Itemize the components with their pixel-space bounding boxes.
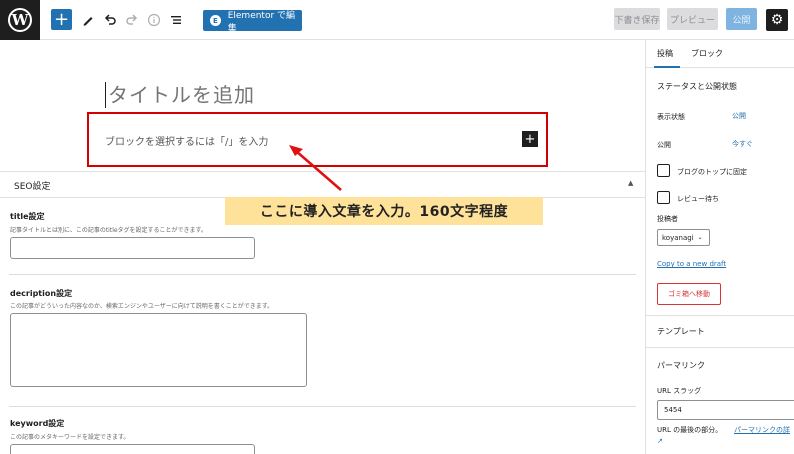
highlighted-paragraph-block[interactable]: ブロックを選択するには「/」を入力 +	[87, 112, 548, 167]
plus-icon: +	[53, 8, 70, 30]
undo-button[interactable]	[100, 10, 120, 30]
wordpress-icon: W	[8, 8, 32, 32]
chevron-up-icon[interactable]: ▲	[628, 179, 633, 187]
chevron-down-icon: ⌄	[697, 234, 703, 241]
divider	[9, 274, 636, 275]
template-panel-title[interactable]: テンプレート	[657, 326, 705, 337]
wordpress-logo-button[interactable]: W	[0, 0, 40, 40]
author-select-value: koyanagi	[662, 233, 694, 242]
save-draft-button[interactable]: 下書き保存	[614, 8, 660, 30]
keyword-setting-description: この記事のメタキーワードを設定できます。	[10, 434, 130, 441]
add-block-button[interactable]: +	[51, 9, 72, 30]
url-slug-input[interactable]: 5454	[657, 400, 794, 420]
sticky-checkbox[interactable]	[657, 164, 670, 177]
pending-review-label: レビュー待ち	[677, 195, 719, 203]
editor-toolbar: W + E Elementor で編集 下書き保存 プレビュー 公開 ⚙	[0, 0, 794, 40]
divider	[646, 347, 794, 348]
external-link-icon[interactable]: ↗	[657, 437, 663, 445]
permalink-panel-title[interactable]: パーマリンク	[657, 360, 705, 371]
visibility-value-link[interactable]: 公開	[732, 111, 746, 121]
author-select[interactable]: koyanagi ⌄	[657, 229, 710, 246]
block-placeholder-text: ブロックを選択するには「/」を入力	[105, 137, 269, 148]
status-visibility-title[interactable]: ステータスと公開状態	[657, 81, 737, 92]
title-setting-input[interactable]	[10, 237, 255, 259]
elementor-button-label: Elementor で編集	[227, 10, 296, 34]
redo-button[interactable]	[122, 10, 142, 30]
elementor-edit-button[interactable]: E Elementor で編集	[203, 10, 302, 34]
visibility-label: 表示状態	[657, 113, 685, 121]
preview-button[interactable]: プレビュー	[667, 8, 718, 30]
settings-button[interactable]: ⚙	[766, 9, 788, 31]
publish-button[interactable]: 公開	[726, 8, 757, 30]
block-inserter-button[interactable]: +	[522, 131, 538, 147]
redo-icon	[126, 14, 138, 25]
pending-review-checkbox[interactable]	[657, 191, 670, 204]
details-button[interactable]	[144, 10, 164, 30]
plus-icon: +	[524, 131, 536, 147]
publish-date-link[interactable]: 今すぐ	[732, 139, 753, 149]
editor-canvas: タイトルを追加 ブロックを選択するには「/」を入力 + SEO設定 ▲ titl…	[0, 40, 645, 454]
instruction-annotation: ここに導入文章を入力。160文字程度	[225, 197, 543, 225]
info-icon	[147, 13, 161, 27]
description-setting-textarea[interactable]	[10, 313, 307, 387]
divider	[9, 406, 636, 407]
list-view-icon	[171, 16, 181, 24]
elementor-icon: E	[210, 15, 221, 26]
description-setting-label: decription設定	[10, 289, 73, 298]
keyword-setting-label: keyword設定	[10, 419, 65, 428]
active-tab-indicator	[654, 66, 680, 68]
url-slug-label: URL スラッグ	[657, 387, 702, 395]
seo-settings-panel-header[interactable]: SEO設定 ▲	[0, 171, 645, 198]
tab-block[interactable]: ブロック	[691, 48, 723, 59]
tools-button[interactable]	[78, 10, 98, 30]
author-label: 投稿者	[657, 215, 678, 223]
gear-icon: ⚙	[770, 12, 784, 28]
publish-date-label: 公開	[657, 141, 671, 149]
keyword-setting-input[interactable]	[10, 444, 255, 454]
title-setting-description: 記事タイトルとは別に、この記事のtitleタグを設定することができます。	[10, 227, 207, 234]
title-setting-label: title設定	[10, 212, 45, 221]
pencil-icon	[83, 17, 93, 26]
description-setting-description: この記事がどういった内容なのか、検索エンジンやユーザーに向けて説明を書くことがで…	[10, 303, 274, 310]
seo-panel-title: SEO設定	[14, 182, 51, 192]
tab-post[interactable]: 投稿	[657, 48, 673, 59]
copy-to-draft-link[interactable]: Copy to a new draft	[657, 260, 726, 268]
move-to-trash-button[interactable]: ゴミ箱へ移動	[657, 283, 721, 305]
url-last-part-text: URL の最後の部分。	[657, 426, 723, 434]
sticky-checkbox-label: ブログのトップに固定	[677, 168, 747, 176]
settings-sidebar: 投稿 ブロック ステータスと公開状態 表示状態 公開 公開 今すぐ ブログのトッ…	[645, 40, 794, 454]
post-title-input[interactable]: タイトルを追加	[105, 82, 255, 108]
sidebar-tabs: 投稿 ブロック	[646, 40, 794, 68]
list-view-button[interactable]	[166, 10, 186, 30]
permalink-help-link[interactable]: パーマリンクの詳	[734, 425, 790, 435]
undo-icon	[104, 14, 116, 25]
divider	[646, 315, 794, 316]
